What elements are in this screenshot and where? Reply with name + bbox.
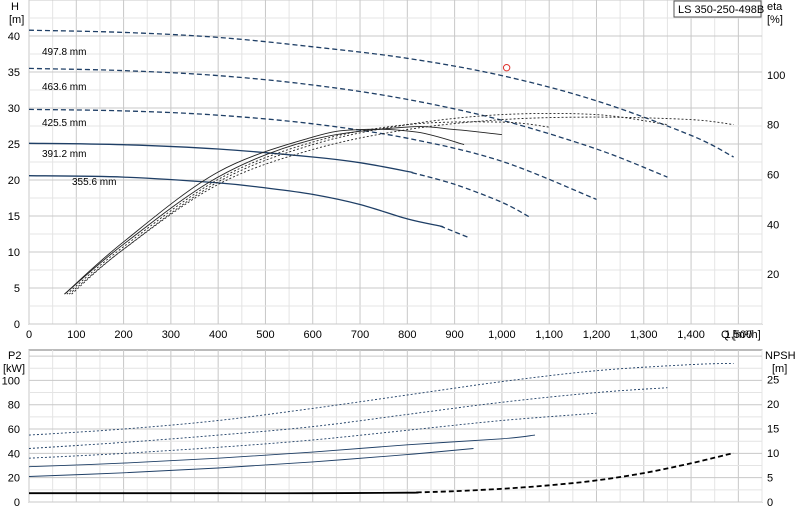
eta-curve-2 [66,121,550,295]
p2-tick-label: 40 [8,448,20,460]
x-tick-label: 1,200 [583,329,611,341]
power-curve-1 [28,387,668,449]
npsh-curve-dashed [416,452,734,494]
eta-tick-label: 60 [767,169,779,181]
eta-tick-label: 100 [767,70,785,82]
x-tick-label: 1,000 [488,329,516,341]
x-tick-label: 1,300 [630,329,658,341]
x-tick-label: 1,400 [677,329,705,341]
npsh-tick-label: 0 [767,497,773,509]
npsh-tick-label: 20 [767,399,779,411]
curve-label-391: 391.2 mm [42,149,86,160]
x-tick-label: 300 [162,329,180,341]
h-tick-label: 30 [8,103,20,115]
pump-performance-chart: 0 100 200 300 400 500 600 700 800 900 1,000 1,100 1,… [2,0,796,509]
eta-axis-label: eta [767,1,783,13]
h-tick-label: 10 [8,247,20,259]
p2-tick-label: 20 [8,473,20,485]
p2-tick-label: 80 [8,400,20,412]
p2-axis-unit: [kW] [3,363,25,375]
x-tick-label: 100 [67,329,85,341]
p2-tick-label: 0 [14,497,20,509]
eta-axis-unit: [%] [767,14,783,26]
x-tick-label: 600 [304,329,322,341]
npsh-axis-unit: [m] [772,363,787,375]
h-axis-unit: [m] [9,14,24,26]
p2-tick-label: 100 [2,375,20,387]
x-tick-label: 500 [256,329,274,341]
h-tick-label: 35 [8,67,20,79]
x-tick-label: 400 [209,329,227,341]
h-tick-label: 0 [14,319,20,331]
x-tick-label: 800 [398,329,416,341]
eta-tick-label: 20 [767,269,779,281]
eta-tick-label: 80 [767,120,779,132]
eta-curve-1 [68,112,668,295]
h-tick-label: 5 [14,283,20,295]
head-curve-0 [28,29,734,158]
npsh-tick-label: 15 [767,423,779,435]
p2-axis-label: P2 [8,350,21,362]
x-tick-label: 1,100 [535,329,563,341]
power-curve-3 [28,434,536,468]
q-axis-label: Q [m³/h] [721,329,761,341]
npsh-tick-label: 5 [767,472,773,484]
eta-tick-label: 40 [767,219,779,231]
curve-label-497: 497.8 mm [42,47,86,58]
h-tick-label: 20 [8,175,20,187]
npsh-tick-label: 10 [767,448,779,460]
x-tick-label: 700 [351,329,369,341]
h-axis-label: H [11,1,19,13]
curves [28,29,734,495]
curve-label-355: 355.6 mm [72,177,116,188]
npsh-tick-label: 25 [767,374,779,386]
curve-label-425: 425.5 mm [42,118,86,129]
h-tick-label: 15 [8,211,20,223]
head-curve-3-solid [28,142,414,174]
bottom-plot-frame [28,349,763,503]
head-curve-3-dashed [411,172,531,218]
chart-title: LS 350-250-498B [678,4,764,16]
h-tick-label: 25 [8,139,20,151]
power-curve-0 [28,362,734,436]
x-tick-label: 200 [114,329,132,341]
top-grid [28,0,763,325]
curve-label-463: 463.6 mm [42,82,86,93]
npsh-axis-label: NPSH [765,350,796,362]
duty-point-marker [502,63,511,72]
npsh-curve-solid [29,491,419,495]
p2-tick-label: 60 [8,424,20,436]
bottom-grid [28,349,763,503]
eta-curve-4 [64,128,465,295]
x-tick-label: 0 [26,329,32,341]
h-tick-label: 40 [8,31,20,43]
x-tick-label: 900 [445,329,463,341]
